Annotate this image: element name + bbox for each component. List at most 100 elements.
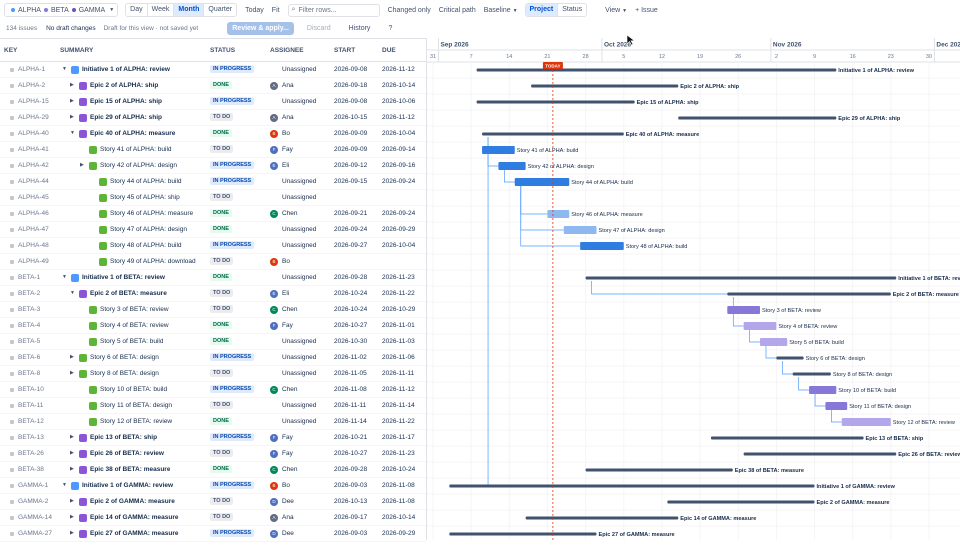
assignee[interactable]: Eli [282,290,289,297]
issue-key[interactable]: GAMMA-2 [18,498,48,505]
issue-summary[interactable]: Epic 2 of ALPHA: ship [90,82,158,89]
changed-only-toggle[interactable]: Changed only [388,7,431,14]
due-date[interactable]: 2026-09-16 [382,162,415,169]
status-badge[interactable]: TO DO [210,113,234,121]
due-date[interactable]: 2026-09-29 [382,530,415,537]
issue-summary[interactable]: Story 12 of BETA: review [100,418,172,425]
baseline-dropdown[interactable]: Baseline ▼ [484,7,518,14]
issue-summary[interactable]: Story 41 of ALPHA: build [100,146,172,153]
due-date[interactable]: 2026-10-04 [382,130,415,137]
issue-summary[interactable]: Epic 40 of ALPHA: measure [90,130,175,137]
start-date[interactable]: 2026-10-27 [334,322,367,329]
due-date[interactable]: 2026-11-12 [382,114,415,121]
table-row[interactable]: BETA-11 Story 11 of BETA: design TO DO Unas… [0,398,426,414]
assignee[interactable]: Fay [282,450,293,457]
chevron-right-icon[interactable]: ▶ [70,114,74,120]
start-date[interactable]: 2026-11-08 [334,386,367,393]
chevron-right-icon[interactable]: ▶ [70,82,74,88]
assignee[interactable]: Chen [282,466,298,473]
status-badge[interactable]: IN PROGRESS [210,353,255,361]
issue-key[interactable]: ALPHA-2 [18,82,45,89]
table-row[interactable]: BETA-4 Story 4 of BETA: review DONE F Fay 202… [0,318,426,334]
issue-summary[interactable]: Epic 13 of BETA: ship [90,434,157,441]
col-status[interactable]: STATUS [210,47,235,54]
issue-summary[interactable]: Story 3 of BETA: review [100,306,169,313]
status-badge[interactable]: IN PROGRESS [210,433,255,441]
add-issue-button[interactable]: + Issue [635,7,658,14]
issue-summary[interactable]: Epic 26 of BETA: review [90,450,164,457]
due-date[interactable]: 2026-10-04 [382,242,415,249]
status-badge[interactable]: IN PROGRESS [210,161,255,169]
table-row[interactable]: ALPHA-48 Story 48 of ALPHA: build IN PROGR… [0,238,426,254]
issue-key[interactable]: BETA-38 [18,466,44,473]
table-row[interactable]: GAMMA-14 ▶ Epic 14 of GAMMA: measure TO DO A… [0,510,426,526]
due-date[interactable]: 2026-10-06 [382,98,415,105]
chevron-right-icon[interactable]: ▶ [80,162,84,168]
critical-path-toggle[interactable]: Critical path [439,7,476,14]
start-date[interactable]: 2026-09-28 [334,466,367,473]
issue-summary[interactable]: Story 45 of ALPHA: ship [110,194,180,201]
due-date[interactable]: 2026-09-24 [382,210,415,217]
start-date[interactable]: 2026-09-28 [334,274,367,281]
start-date[interactable]: 2026-10-30 [334,338,367,345]
due-date[interactable]: 2026-11-23 [382,450,415,457]
due-date[interactable]: 2026-11-14 [382,402,415,409]
status-badge[interactable]: IN PROGRESS [210,529,255,537]
chevron-down-icon[interactable]: ▼ [70,130,75,136]
due-date[interactable]: 2026-09-24 [382,178,415,185]
col-start[interactable]: START [334,47,355,54]
assignee[interactable]: Eli [282,162,289,169]
issue-summary[interactable]: Epic 38 of BETA: measure [90,466,170,473]
start-date[interactable]: 2026-09-15 [334,178,367,185]
table-row[interactable]: BETA-13 ▶ Epic 13 of BETA: ship IN PROGRESS… [0,430,426,446]
issue-summary[interactable]: Story 46 of ALPHA: measure [110,210,193,217]
start-date[interactable]: 2026-09-08 [334,66,367,73]
status-badge[interactable]: DONE [210,81,232,89]
mode-status[interactable]: Status [558,4,586,16]
due-date[interactable]: 2026-11-22 [382,418,415,425]
issue-key[interactable]: ALPHA-41 [18,146,49,153]
status-badge[interactable]: TO DO [210,305,234,313]
due-date[interactable]: 2026-11-23 [382,274,415,281]
col-due[interactable]: DUE [382,47,396,54]
table-row[interactable]: ALPHA-44 Story 44 of ALPHA: build IN PROGR… [0,174,426,190]
status-badge[interactable]: IN PROGRESS [210,241,255,249]
due-date[interactable]: 2026-09-29 [382,226,415,233]
issue-summary[interactable]: Story 48 of ALPHA: build [110,242,182,249]
chevron-down-icon[interactable]: ▼ [62,274,67,280]
assignee[interactable]: Unassigned [282,354,316,361]
table-row[interactable]: ALPHA-47 Story 47 of ALPHA: design DONE Una… [0,222,426,238]
status-badge[interactable]: TO DO [210,193,234,201]
assignee[interactable]: Unassigned [282,370,316,377]
assignee[interactable]: Dee [282,530,294,537]
start-date[interactable]: 2026-10-24 [334,290,367,297]
table-row[interactable]: ALPHA-2 ▶ Epic 2 of ALPHA: ship DONE A Ana 202… [0,78,426,94]
issue-key[interactable]: BETA-10 [18,386,44,393]
chevron-right-icon[interactable]: ▶ [70,370,74,376]
chevron-right-icon[interactable]: ▶ [70,450,74,456]
due-date[interactable]: 2026-11-01 [382,322,415,329]
start-date[interactable]: 2026-10-27 [334,450,367,457]
issue-key[interactable]: BETA-26 [18,450,44,457]
due-date[interactable]: 2026-09-14 [382,146,415,153]
table-row[interactable]: BETA-6 ▶ Story 6 of BETA: design IN PROGRES… [0,350,426,366]
issue-summary[interactable]: Story 49 of ALPHA: download [110,258,196,265]
issue-summary[interactable]: Epic 15 of ALPHA: ship [90,98,162,105]
view-day[interactable]: Day [126,4,148,16]
table-row[interactable]: BETA-8 ▶ Story 8 of BETA: design TO DO Unass… [0,366,426,382]
issue-key[interactable]: ALPHA-49 [18,258,49,265]
status-badge[interactable]: TO DO [210,145,234,153]
due-date[interactable]: 2026-11-03 [382,338,415,345]
chevron-right-icon[interactable]: ▶ [70,98,74,104]
status-badge[interactable]: DONE [210,273,232,281]
issue-summary[interactable]: Epic 2 of GAMMA: measure [90,498,175,505]
discard-button[interactable]: Discard [302,22,336,35]
chevron-down-icon[interactable]: ▼ [62,482,67,488]
today-button[interactable]: Today [245,7,264,14]
chevron-down-icon[interactable]: ▼ [70,290,75,296]
status-badge[interactable]: TO DO [210,369,234,377]
status-badge[interactable]: IN PROGRESS [210,481,255,489]
status-badge[interactable]: TO DO [210,401,234,409]
start-date[interactable]: 2026-10-13 [334,498,367,505]
start-date[interactable]: 2026-11-05 [334,370,367,377]
